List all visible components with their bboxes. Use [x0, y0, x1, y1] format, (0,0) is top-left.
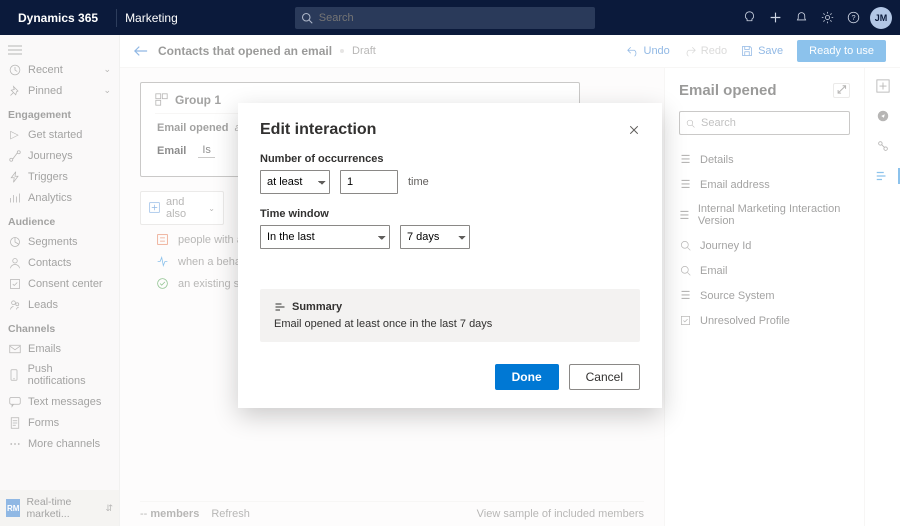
cancel-button[interactable]: Cancel — [569, 364, 640, 390]
timewindow-operator[interactable]: In the last — [260, 225, 390, 249]
app-name: Marketing — [125, 11, 190, 25]
search-icon — [301, 12, 313, 24]
idea-icon[interactable] — [736, 5, 762, 31]
brand-divider — [116, 9, 117, 27]
summary-title: Summary — [292, 301, 342, 313]
edit-interaction-modal: Edit interaction Number of occurrences a… — [238, 103, 662, 408]
occurrences-unit: time — [408, 176, 429, 188]
modal-title: Edit interaction — [260, 121, 376, 139]
timewindow-label: Time window — [260, 208, 640, 220]
timewindow-value[interactable]: 7 days — [400, 225, 470, 249]
summary-box: Summary Email opened at least once in th… — [260, 289, 640, 342]
add-icon[interactable] — [762, 5, 788, 31]
global-search-input[interactable] — [319, 12, 589, 24]
summary-icon — [274, 301, 286, 313]
gear-icon[interactable] — [814, 5, 840, 31]
occurrences-value[interactable] — [340, 170, 398, 194]
top-bar: Dynamics 365 Marketing ? JM — [0, 0, 900, 35]
bell-icon[interactable] — [788, 5, 814, 31]
summary-text: Email opened at least once in the last 7… — [274, 318, 626, 330]
occurrences-operator[interactable]: at least — [260, 170, 330, 194]
svg-text:?: ? — [851, 13, 855, 22]
user-avatar[interactable]: JM — [870, 7, 892, 29]
brand: Dynamics 365 — [8, 11, 108, 25]
occurrences-label: Number of occurrences — [260, 153, 640, 165]
help-icon[interactable]: ? — [840, 5, 866, 31]
close-icon[interactable] — [628, 124, 640, 136]
done-button[interactable]: Done — [495, 364, 559, 390]
global-search[interactable] — [295, 7, 595, 29]
